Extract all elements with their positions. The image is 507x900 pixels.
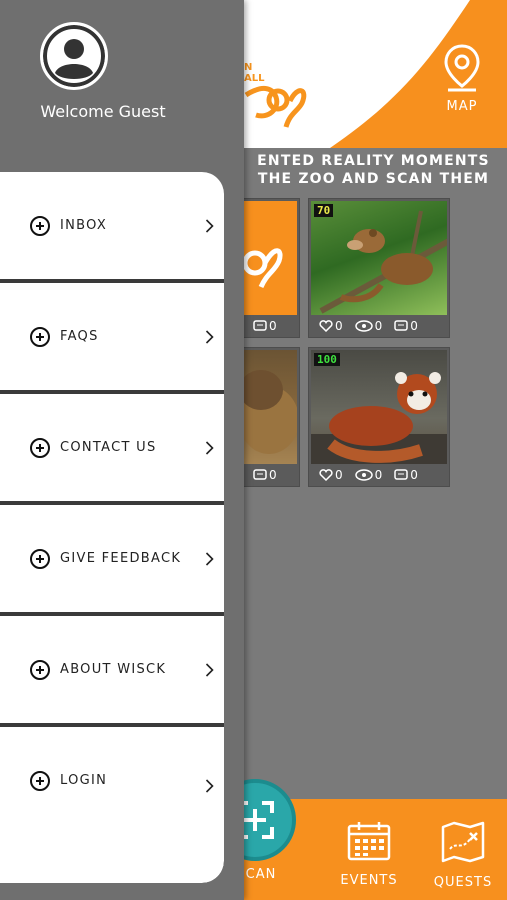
comments-stat: 0 [394,319,418,333]
nav-quests-label: QUESTS [433,875,493,890]
instructions-banner: ENTED REALITY MOMENTS THE ZOO AND SCAN T… [240,152,507,188]
menu-item-give-feedback[interactable]: GIVE FEEDBACK [0,505,224,612]
plus-circle-icon [30,659,50,680]
welcome-text: Welcome Guest [40,102,166,121]
map-pin-icon [444,44,480,92]
comments-stat: 0 [253,319,277,333]
chevron-right-icon [205,218,214,233]
nav-events[interactable]: EVENTS [336,821,402,888]
map-button[interactable]: MAP [436,44,488,114]
views-stat: 0 [354,468,382,482]
plus-circle-icon [30,215,50,236]
banner-line-1: ENTED REALITY MOMENTS [257,153,490,169]
comments-stat: 0 [394,468,418,482]
avatar[interactable] [40,22,108,90]
coati-photo [319,210,447,314]
menu-item-label: GIVE FEEDBACK [60,551,182,566]
menu-item-label: CONTACT US [60,440,157,455]
menu-item-label: ABOUT WISCK [60,662,167,677]
comment-icon [253,469,267,480]
heart-icon [319,320,333,332]
eye-icon [354,469,373,481]
moment-tile[interactable]: 100 0 0 0 [308,347,450,487]
comment-icon [394,469,409,480]
menu-item-login[interactable]: LOGIN [0,727,224,883]
tile-image: 70 [311,201,447,315]
banner-line-2: THE ZOO AND SCAN THEM [257,171,490,187]
score-badge: 70 [314,204,334,217]
drawer-menu: INBOX FAQS CONTACT US GIVE FEEDBACK ABOU… [0,172,224,883]
user-avatar-icon [43,25,105,87]
comment-icon [394,320,409,331]
menu-item-faqs[interactable]: FAQS [0,283,224,390]
views-stat: 0 [354,319,382,333]
chevron-right-icon [205,662,214,677]
chevron-right-icon [205,440,214,455]
calendar-icon [347,822,391,861]
chevron-right-icon [205,779,214,793]
nav-quests[interactable]: QUESTS [430,821,496,890]
menu-item-label: FAQS [60,329,99,344]
comments-stat: 0 [253,468,277,482]
tile-stats: 0 0 0 [309,315,449,337]
zoo-logo-icon [244,86,307,128]
plus-circle-icon [30,326,50,347]
score-badge: 100 [314,353,340,366]
plus-circle-icon [30,548,50,569]
red-panda-photo [311,372,447,464]
menu-item-inbox[interactable]: INBOX [0,172,224,279]
plus-circle-icon [30,771,50,791]
tile-image: 100 [311,350,447,464]
comment-icon [253,320,267,331]
menu-item-label: LOGIN [60,773,108,788]
treasure-map-icon [441,821,485,863]
menu-item-contact-us[interactable]: CONTACT US [0,394,224,501]
nav-events-label: EVENTS [340,873,398,888]
moment-tile[interactable]: 70 0 0 0 [308,198,450,338]
chevron-right-icon [205,551,214,566]
likes-stat: 0 [319,468,343,482]
menu-item-label: INBOX [60,218,108,233]
likes-stat: 0 [319,319,343,333]
tile-stats: 0 0 0 [309,464,449,486]
eye-icon [354,320,373,332]
heart-icon [319,469,333,481]
chevron-right-icon [205,329,214,344]
menu-item-about-wisck[interactable]: ABOUT WISCK [0,616,224,723]
map-label: MAP [446,99,478,114]
side-drawer: Welcome Guest INBOX FAQS CONTACT US GIVE… [0,0,244,900]
plus-circle-icon [30,437,50,458]
